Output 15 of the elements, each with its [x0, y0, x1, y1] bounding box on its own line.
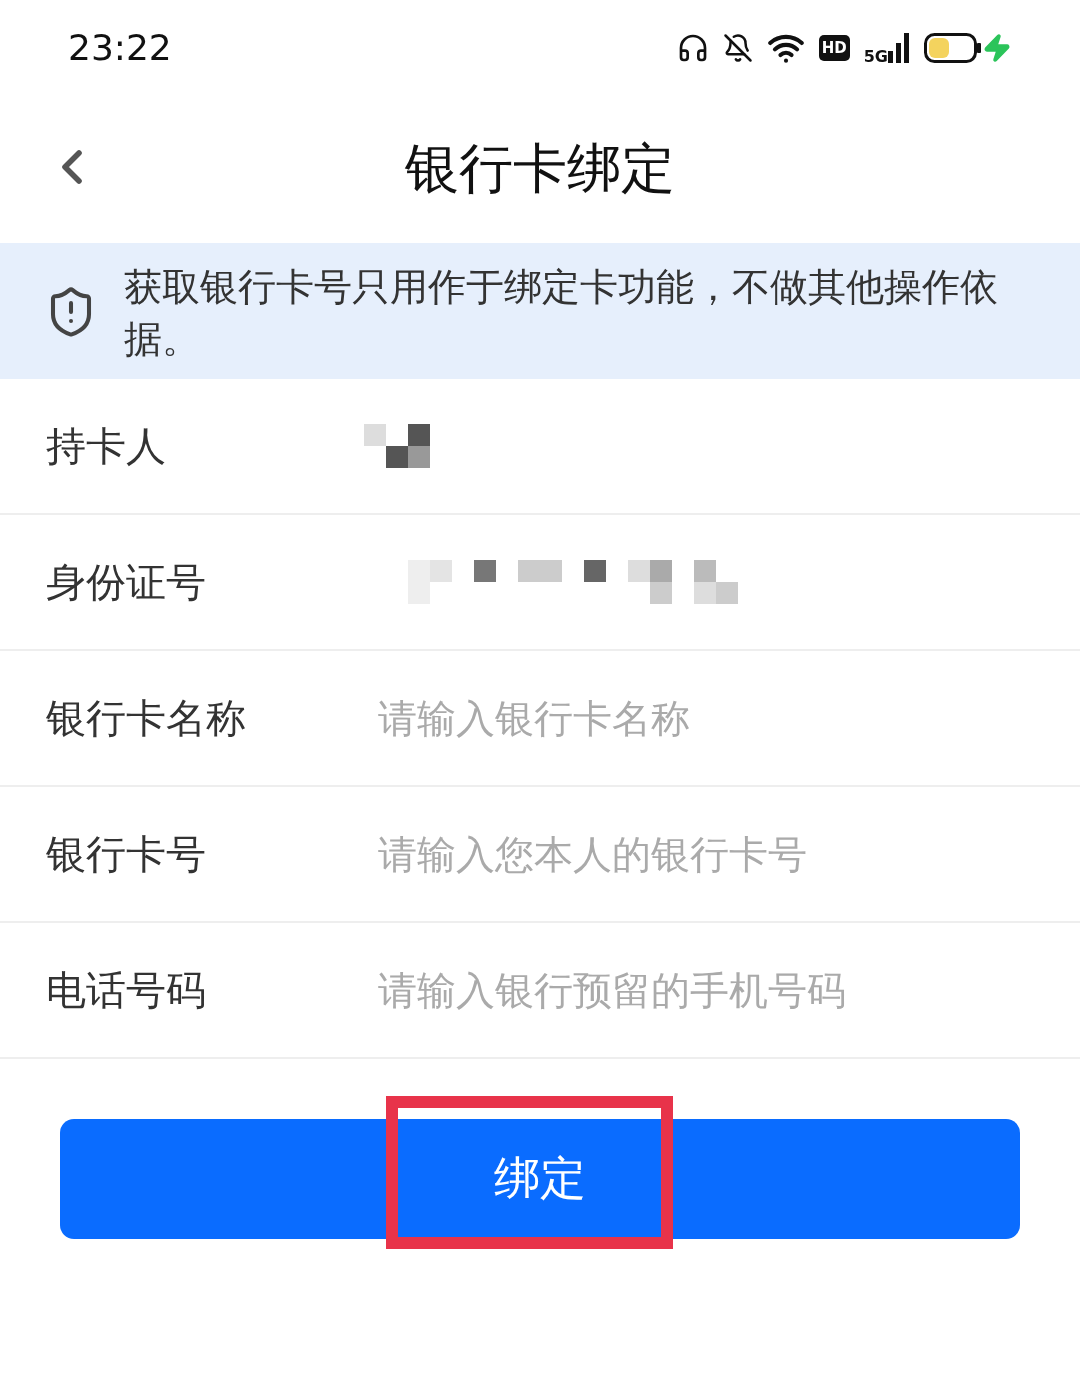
hd-badge: HD [818, 34, 850, 61]
field-label: 持卡人 [46, 421, 167, 471]
field-label: 银行卡名称 [46, 693, 247, 743]
signal-icon [888, 32, 910, 63]
masked-value [364, 424, 430, 468]
network-type: 5G [863, 46, 888, 66]
bind-button[interactable]: 绑定 [60, 1119, 1020, 1239]
page-title: 银行卡绑定 [405, 135, 675, 202]
bell-off-icon [722, 32, 753, 63]
battery-icon [924, 32, 982, 63]
field-label: 身份证号 [46, 557, 207, 607]
field-label: 银行卡号 [46, 829, 207, 879]
status-time: 23:22 [68, 27, 172, 68]
notice-text: 获取银行卡号只用作于绑定卡功能，不做其他操作依据。 [124, 264, 999, 363]
field-label: 电话号码 [46, 965, 207, 1015]
